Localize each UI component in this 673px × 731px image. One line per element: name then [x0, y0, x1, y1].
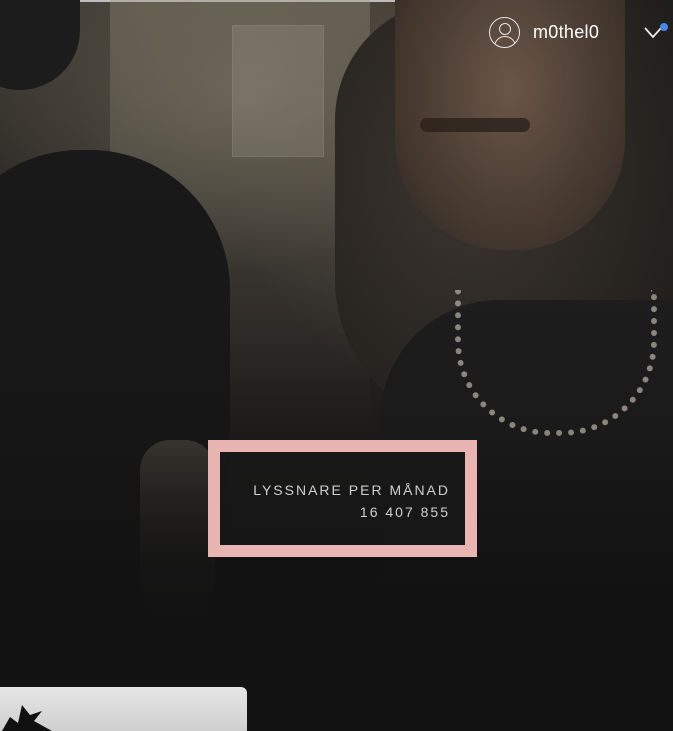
left-person-head [0, 0, 80, 90]
logo-image [2, 705, 52, 731]
monthly-listeners-label: LYSSNARE PER MÅNAD [253, 482, 450, 498]
user-menu-button[interactable]: m0thel0 [489, 16, 599, 49]
artist-header-image [0, 0, 673, 731]
user-icon [489, 17, 520, 48]
notification-dot [660, 23, 668, 31]
wall-poster [232, 25, 324, 157]
artist-pick-card[interactable] [0, 687, 247, 731]
monthly-listeners-box: LYSSNARE PER MÅNAD 16 407 855 [220, 452, 465, 545]
username-label: m0thel0 [533, 22, 600, 42]
right-person-mouth [420, 118, 530, 132]
monthly-listeners-count: 16 407 855 [359, 504, 450, 520]
